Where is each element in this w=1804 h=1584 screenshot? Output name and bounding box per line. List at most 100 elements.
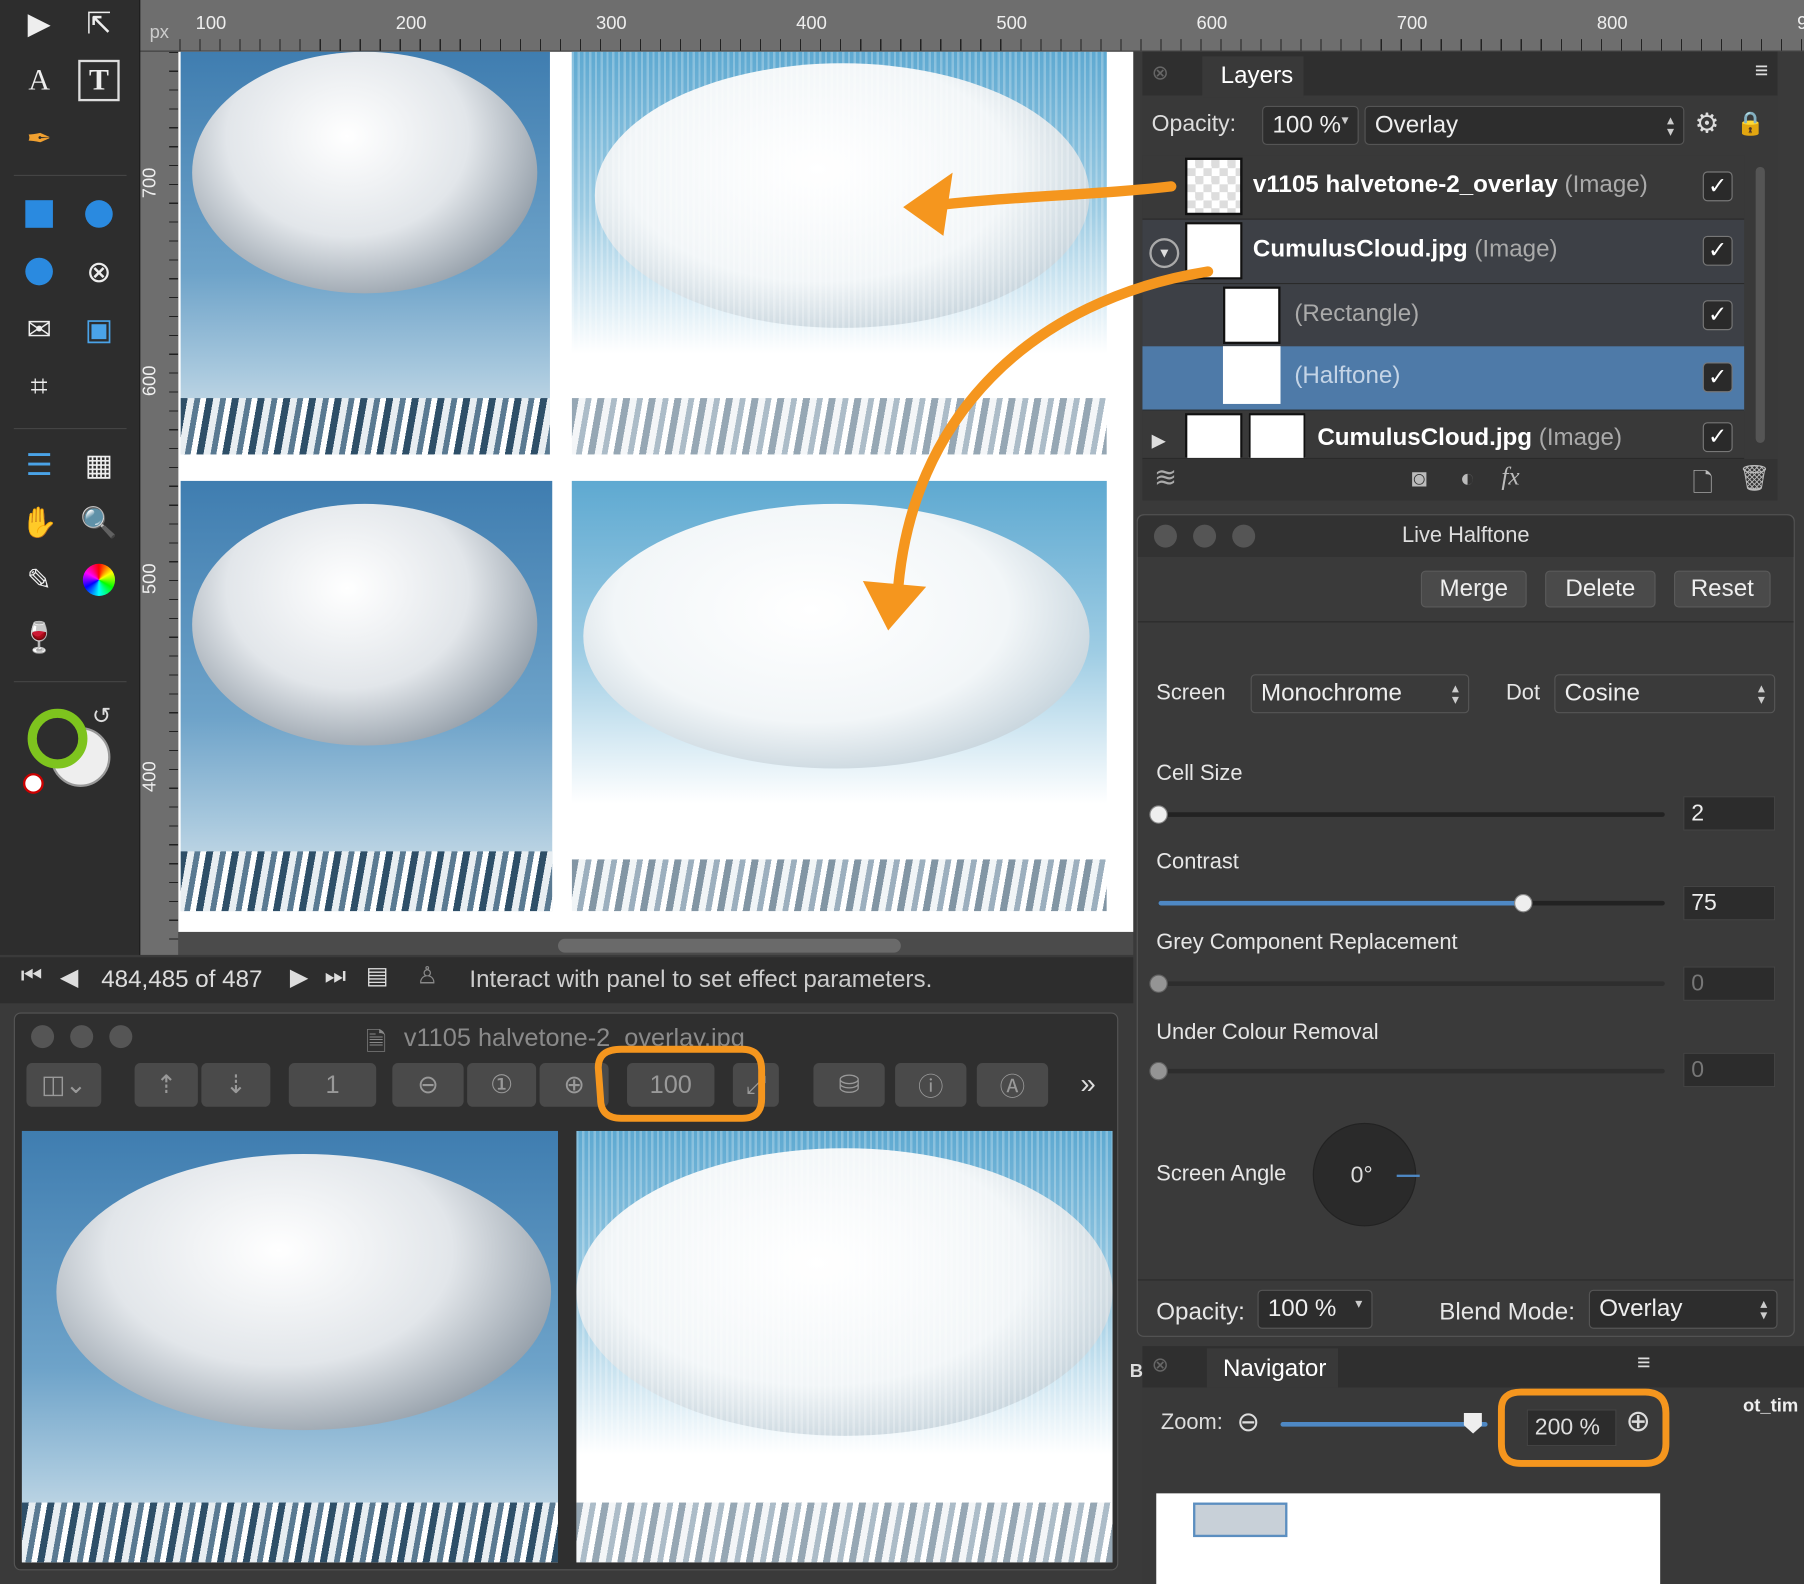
expand-icon[interactable]: ▶ [1152,429,1166,452]
layer-stack-icon[interactable]: ≋ [1154,461,1177,494]
zoom-in-icon[interactable]: ⊕ [1626,1404,1651,1440]
blend-mode-select[interactable]: Overlay ▴ ▾ [1364,105,1685,145]
screen-angle-dial[interactable]: 0° [1312,1122,1420,1227]
blend-mode-select[interactable]: Overlay ▴ ▾ [1588,1289,1778,1329]
close-panel-icon[interactable]: ⊗ [1152,1353,1169,1377]
last-page-icon[interactable]: ⏭ [324,963,346,991]
collapse-icon[interactable]: ▼ [1149,238,1180,269]
fill-tool-icon[interactable]: 🍷 [18,617,59,658]
more-tools-button[interactable]: » [1080,1069,1095,1101]
hand-tool-icon[interactable]: ✋ [18,502,59,543]
minimize-window-button[interactable] [70,1025,94,1049]
actual-size-button[interactable]: ① [467,1063,537,1107]
document-page[interactable] [178,51,1134,932]
move-tool-icon[interactable]: ▶ [18,2,59,43]
merge-button[interactable]: Merge [1420,570,1527,608]
lock-icon[interactable]: 🔒 [1736,109,1765,138]
layer-row[interactable]: v1105 halvetone-2_overlay (Image) ✓ [1142,155,1745,220]
zoom-out-icon[interactable]: ⊖ [1237,1406,1260,1439]
table-tool-icon[interactable]: ▦ [78,444,119,485]
page-field[interactable]: 1 [288,1063,377,1107]
previous-button[interactable]: ⇡ [134,1063,198,1107]
layer-row[interactable]: ▶ CumulusCloud.jpg (Image) ✓ [1142,410,1745,460]
zoom-in-button[interactable]: ⊕ [539,1063,609,1107]
node-tool-icon[interactable]: ⇱ [78,2,119,43]
gcr-field[interactable]: 0 [1683,966,1776,1001]
mask-icon[interactable]: ◙ [1412,464,1427,494]
layer-visibility-checkbox[interactable]: ✓ [1702,362,1733,393]
navigator-tab[interactable]: Navigator [1223,1355,1326,1383]
artistic-text-tool-icon[interactable]: A [18,60,59,101]
panel-menu-icon[interactable]: ≡ [1755,59,1768,85]
layer-row[interactable]: (Rectangle) ✓ [1142,284,1745,349]
cell-size-field[interactable]: 2 [1683,796,1776,831]
first-page-icon[interactable]: ⏮ [21,963,43,991]
contrast-field[interactable]: 75 [1683,885,1776,921]
close-panel-icon[interactable]: ⊗ [1152,61,1169,85]
screen-select[interactable]: Monochrome ▴ ▾ [1250,674,1470,714]
layers-scrollbar[interactable] [1755,166,1765,443]
slider-knob[interactable] [1513,893,1533,913]
no-color-icon[interactable] [23,773,44,794]
info-button[interactable]: ⓘ [895,1063,967,1107]
delete-layer-icon[interactable]: 🗑 [1738,464,1770,494]
close-window-button[interactable] [31,1025,55,1049]
ucr-slider[interactable] [1149,1061,1665,1081]
opacity-dropdown[interactable]: 100 % ▾ [1257,1289,1373,1329]
navigator-preview[interactable] [1156,1493,1661,1584]
horizontal-scrollbar[interactable] [557,938,901,953]
shape-tool-icon[interactable] [18,251,59,292]
reset-button[interactable]: Reset [1673,570,1771,608]
picture-frame-icon[interactable]: ✉ [18,308,59,349]
gcr-slider[interactable] [1149,974,1665,993]
place-image-icon[interactable]: ▣ [78,308,119,349]
placeholder-ellipse-icon[interactable]: ⊗ [78,251,119,292]
markup-button[interactable]: Ⓐ [976,1063,1049,1107]
fill-color-swatch[interactable] [27,708,88,769]
next-page-icon[interactable]: ▶ [290,963,309,992]
frame-text-tool-icon[interactable]: T [78,59,120,102]
rectangle-tool-icon[interactable] [18,193,59,234]
color-wheel-icon[interactable] [78,559,119,600]
panel-menu-icon[interactable]: ≡ [1637,1351,1650,1377]
contrast-slider[interactable] [1158,893,1665,913]
cell-size-slider[interactable] [1149,805,1665,824]
ucr-field[interactable]: 0 [1683,1052,1776,1088]
stamp-button[interactable]: ⛁ [813,1063,885,1107]
delete-button[interactable]: Delete [1545,570,1656,608]
crop-tool-icon[interactable]: ⌗ [18,366,59,407]
adjustment-icon[interactable]: ◐ [1460,464,1475,494]
zoom-value-field[interactable]: 200 % [1526,1409,1617,1447]
zoom-field[interactable]: 100 [627,1063,715,1107]
new-layer-icon[interactable]: 🗋 [1692,464,1712,508]
color-picker-icon[interactable]: ✎ [18,559,59,600]
dot-select[interactable]: Cosine ▴ ▾ [1554,674,1776,714]
next-button[interactable]: ⇣ [201,1063,271,1107]
text-style-icon[interactable]: ☰ [18,444,59,485]
page-icon[interactable]: ▤ [366,962,389,991]
settings-gear-icon[interactable]: ⚙ [1695,107,1720,140]
fx-icon[interactable]: fx [1501,461,1519,491]
layer-visibility-checkbox[interactable]: ✓ [1702,422,1733,453]
layer-visibility-checkbox[interactable]: ✓ [1702,171,1733,202]
fullscreen-button[interactable]: ⤢ [732,1063,779,1107]
slider-knob[interactable] [1149,1061,1168,1081]
navigator-viewport[interactable] [1193,1502,1288,1538]
opacity-dropdown[interactable]: 100 % ▾ [1262,105,1359,145]
swap-colors-icon[interactable]: ↺ [92,702,111,731]
zoom-out-button[interactable]: ⊖ [392,1063,464,1107]
zoom-slider[interactable] [1280,1412,1488,1434]
ellipse-tool-icon[interactable] [78,193,119,234]
zoom-slider-knob[interactable] [1463,1412,1483,1434]
zoom-tool-icon[interactable]: 🔍 [78,502,119,543]
sidebar-toggle-button[interactable]: ◫⌄ [26,1063,102,1107]
layers-tab[interactable]: Layers [1221,62,1294,90]
layer-visibility-checkbox[interactable]: ✓ [1702,235,1733,266]
zoom-window-button[interactable] [109,1025,133,1049]
slider-knob[interactable] [1149,974,1168,993]
prev-page-icon[interactable]: ◀ [60,963,79,992]
pen-tool-icon[interactable]: ✒ [18,117,59,158]
layer-visibility-checkbox[interactable]: ✓ [1702,300,1733,331]
layer-row[interactable]: ▼ CumulusCloud.jpg (Image) ✓ [1142,219,1745,285]
slider-knob[interactable] [1149,805,1168,824]
